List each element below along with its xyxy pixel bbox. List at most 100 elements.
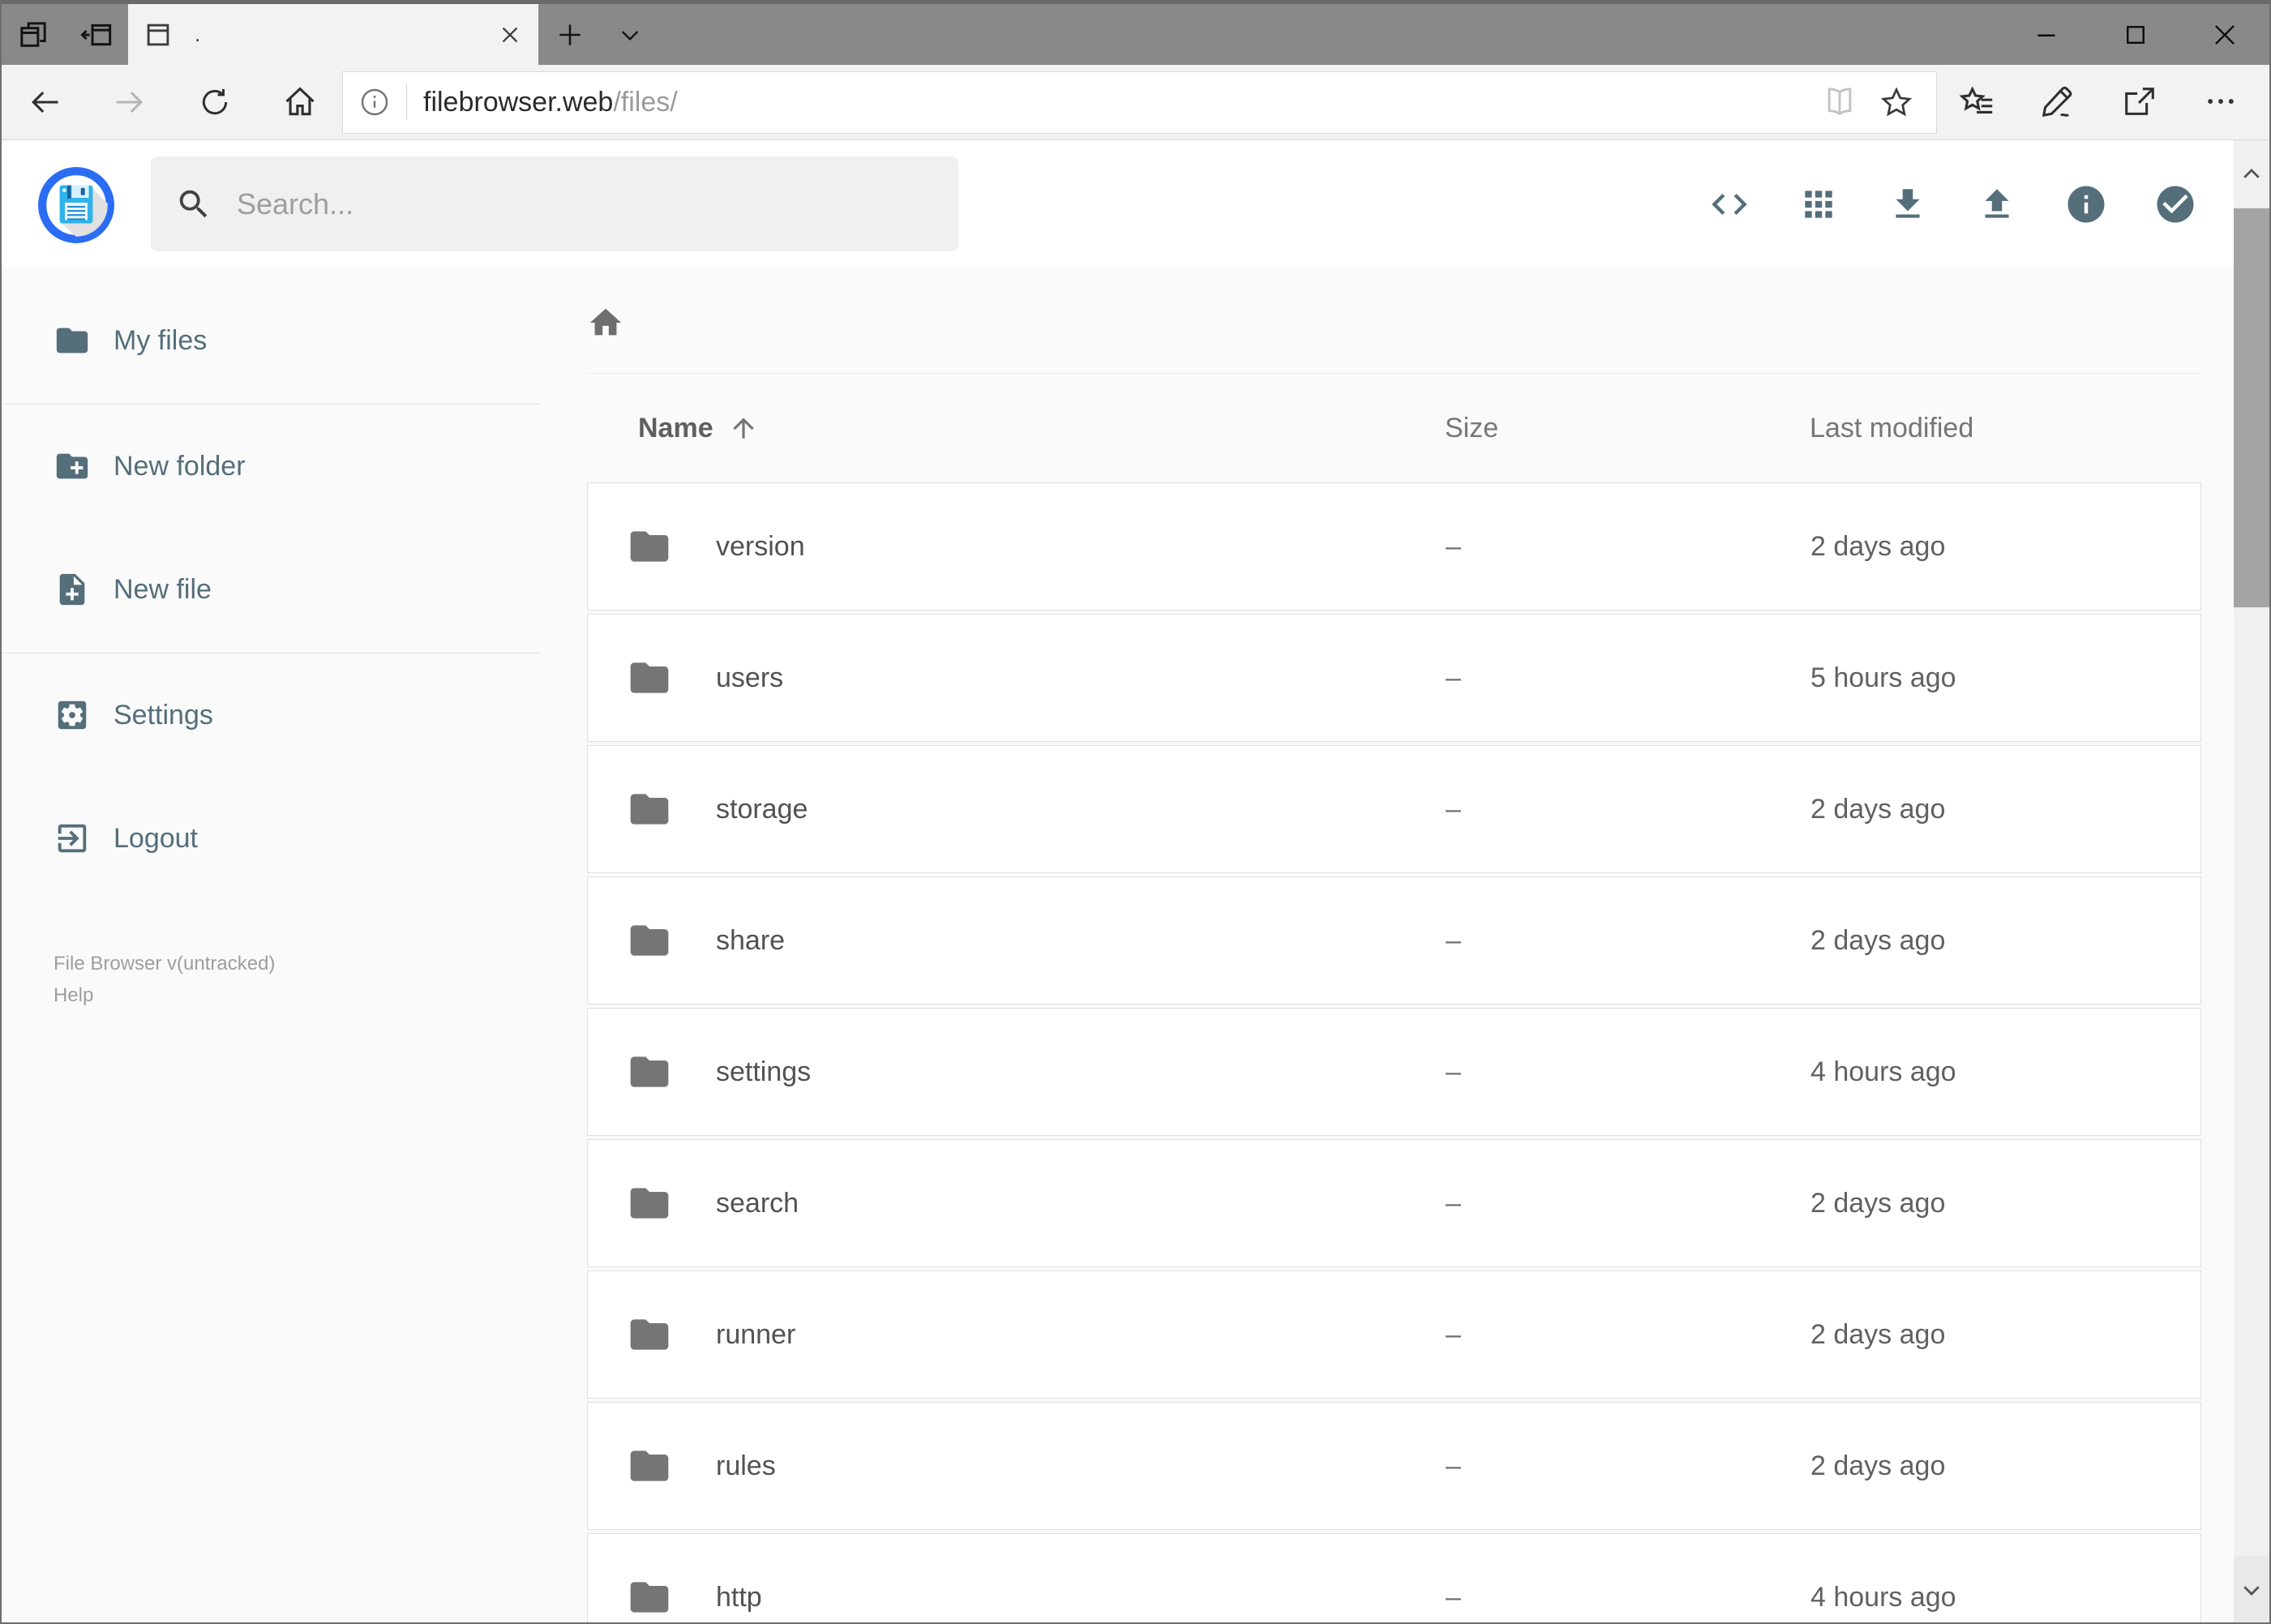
check-circle-icon	[2153, 182, 2197, 226]
scroll-down-button[interactable]	[2234, 1556, 2269, 1622]
browser-tab[interactable]: .	[128, 4, 538, 65]
refresh-button[interactable]	[172, 65, 257, 139]
web-notes-icon	[2040, 84, 2077, 121]
file-modified: 2 days ago	[1810, 924, 1946, 956]
folder-icon	[627, 655, 672, 701]
page: My files New folder New file Settings Lo…	[2, 268, 2237, 1622]
folder-icon	[627, 1312, 672, 1357]
window-close-icon	[2209, 19, 2240, 50]
file-plus-icon	[54, 571, 91, 608]
listing-rows: version – 2 days ago users – 5 hours ago…	[587, 482, 2201, 1622]
file-row[interactable]: search – 2 days ago	[587, 1139, 2201, 1267]
more-options-button[interactable]	[2180, 84, 2261, 119]
sidebar-item-new-folder[interactable]: New folder	[2, 426, 569, 507]
minimize-button[interactable]	[2002, 4, 2091, 65]
share-button[interactable]	[2099, 84, 2180, 121]
close-window-button[interactable]	[2180, 4, 2269, 65]
url-domain: filebrowser.web	[423, 86, 614, 118]
file-modified: 2 days ago	[1810, 1450, 1946, 1481]
file-name: storage	[716, 793, 808, 825]
info-icon	[2064, 182, 2108, 226]
file-row[interactable]: share – 2 days ago	[587, 876, 2201, 1005]
grid-view-button[interactable]	[1798, 183, 1840, 225]
folder-icon	[627, 918, 672, 963]
sidebar-item-my-files[interactable]: My files	[2, 300, 569, 381]
scroll-up-button[interactable]	[2234, 140, 2269, 208]
home-button[interactable]	[257, 65, 342, 139]
file-size: –	[1446, 530, 1461, 562]
scrollbar-thumb[interactable]	[2234, 208, 2269, 607]
sidebar-item-label: Logout	[114, 822, 198, 854]
reading-view-button[interactable]	[1811, 84, 1868, 120]
column-header-size[interactable]: Size	[1445, 413, 1810, 444]
sidebar-item-logout[interactable]: Logout	[2, 798, 569, 879]
column-header-modified[interactable]: Last modified	[1810, 413, 2201, 444]
forward-icon	[112, 84, 148, 120]
file-size: –	[1446, 1581, 1461, 1613]
search-box[interactable]	[151, 156, 958, 251]
refresh-icon	[198, 85, 232, 119]
file-name: settings	[716, 1056, 812, 1087]
sidebar-item-new-file[interactable]: New file	[2, 549, 569, 630]
file-modified: 2 days ago	[1810, 530, 1946, 562]
sidebar-divider	[2, 404, 541, 405]
tab-close-button[interactable]	[496, 21, 524, 49]
sidebar-item-label: New folder	[114, 450, 246, 482]
breadcrumb-home-icon[interactable]	[587, 304, 624, 341]
file-size: –	[1446, 793, 1461, 825]
back-button[interactable]	[2, 65, 87, 139]
forward-button[interactable]	[87, 65, 172, 139]
file-row[interactable]: users – 5 hours ago	[587, 614, 2201, 742]
hub-button[interactable]	[1937, 84, 2018, 121]
file-name: runner	[716, 1318, 796, 1350]
file-row[interactable]: http – 4 hours ago	[587, 1533, 2201, 1622]
code-view-button[interactable]	[1708, 183, 1750, 225]
code-icon	[1708, 183, 1750, 225]
file-row[interactable]: storage – 2 days ago	[587, 745, 2201, 873]
search-input[interactable]	[237, 186, 934, 221]
tab-list-button[interactable]	[602, 4, 658, 65]
upload-button[interactable]	[1976, 183, 2018, 225]
sidebar-item-settings[interactable]: Settings	[2, 675, 569, 756]
web-notes-button[interactable]	[2018, 84, 2099, 121]
site-info-icon[interactable]	[356, 86, 393, 118]
new-tab-icon	[555, 19, 585, 50]
app-logo[interactable]	[36, 165, 116, 245]
column-header-name[interactable]: Name	[587, 413, 1445, 444]
download-button[interactable]	[1887, 183, 1929, 225]
scroll-up-icon	[2239, 162, 2264, 186]
share-icon	[2121, 84, 2158, 121]
address-bar[interactable]: filebrowser.web/files/	[342, 71, 1937, 134]
select-multiple-button[interactable]	[2154, 183, 2196, 225]
file-modified: 2 days ago	[1810, 1318, 1946, 1350]
folder-icon	[627, 786, 672, 832]
scrollbar[interactable]	[2234, 140, 2269, 1622]
favorite-star-button[interactable]	[1868, 84, 1925, 120]
file-row[interactable]: settings – 4 hours ago	[587, 1008, 2201, 1136]
sidebar-item-label: New file	[114, 573, 212, 605]
file-size: –	[1446, 1187, 1461, 1219]
file-modified: 2 days ago	[1810, 793, 1946, 825]
address-separator	[406, 84, 407, 120]
file-row[interactable]: version – 2 days ago	[587, 482, 2201, 611]
sidebar-footer: File Browser v(untracked) Help	[2, 948, 569, 1011]
file-modified: 2 days ago	[1810, 1187, 1946, 1219]
url-text: filebrowser.web/files/	[423, 87, 678, 118]
file-row[interactable]: rules – 2 days ago	[587, 1402, 2201, 1530]
app-version-link[interactable]: File Browser v(untracked)	[54, 948, 569, 979]
logout-icon	[54, 820, 91, 857]
new-tab-button[interactable]	[538, 4, 602, 65]
minimize-icon	[2032, 20, 2061, 49]
info-button[interactable]	[2065, 183, 2107, 225]
file-listing: Name Size Last modified version – 2 days…	[587, 268, 2201, 1622]
set-aside-tabs-button[interactable]	[65, 4, 128, 65]
file-name: rules	[716, 1450, 776, 1481]
help-link[interactable]: Help	[54, 979, 569, 1011]
sidebar-item-label: Settings	[114, 699, 213, 731]
home-icon	[282, 84, 318, 120]
folder-icon	[54, 322, 91, 359]
sidebar-item-label: My files	[114, 324, 208, 356]
file-row[interactable]: runner – 2 days ago	[587, 1270, 2201, 1399]
tab-preview-button[interactable]	[2, 4, 65, 65]
maximize-button[interactable]	[2091, 4, 2180, 65]
